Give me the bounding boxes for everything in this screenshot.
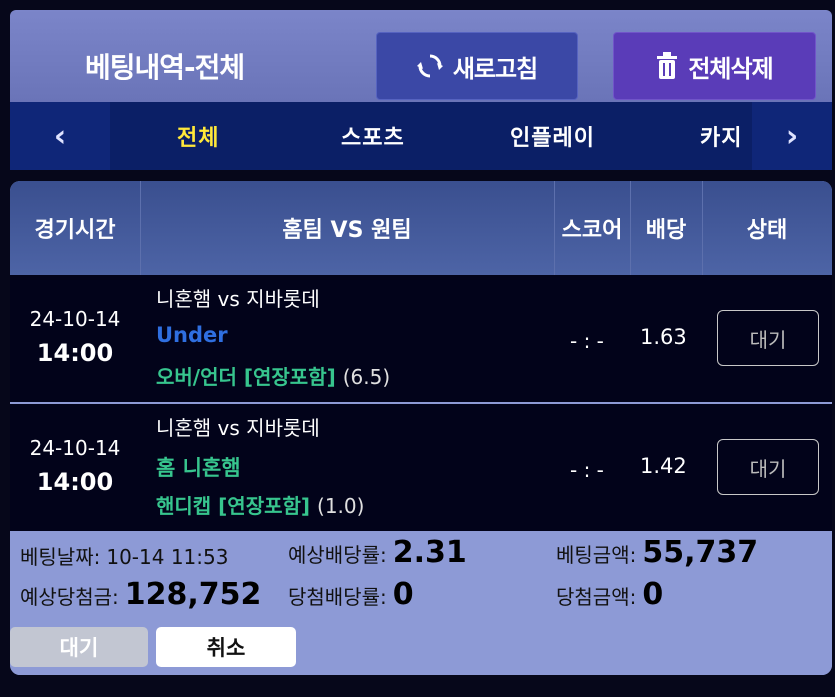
bet-date-value: 10-14 11:53 [106, 545, 229, 569]
bet-date-label: 베팅날짜: [20, 545, 101, 569]
bet-market: 오버/언더 [연장포함] (6.5) [156, 361, 390, 390]
tab-next-button[interactable]: › [752, 102, 832, 170]
market-line: (1.0) [317, 494, 365, 518]
match-date: 24-10-14 [29, 307, 121, 331]
match-score: - : - [570, 458, 604, 482]
bet-amount-value: 55,737 [642, 535, 759, 570]
bet-date: 베팅날짜: 10-14 11:53 [20, 541, 228, 570]
delete-all-button[interactable]: 전체삭제 [613, 32, 816, 100]
refresh-button[interactable]: 새로고침 [376, 32, 578, 100]
bet-history-card: 경기시간 홈팀 VS 원팀 스코어 배당 상태 24-10-14 14:00 니… [10, 181, 832, 675]
match-time: 14:00 [36, 468, 114, 496]
cancel-button[interactable]: 취소 [156, 627, 296, 667]
match-time: 14:00 [36, 339, 114, 367]
table-header: 경기시간 홈팀 VS 원팀 스코어 배당 상태 [10, 181, 832, 275]
col-match-time: 경기시간 [34, 218, 116, 243]
category-tabs: ‹ 전체 스포츠 인플레이 카지 › [10, 102, 832, 170]
refresh-icon [416, 54, 443, 78]
tab-sports[interactable]: 스포츠 [341, 102, 405, 170]
tab-inplay[interactable]: 인플레이 [510, 102, 595, 170]
col-teams: 홈팀 VS 원팀 [282, 218, 412, 243]
page-title: 베팅내역-전체 [85, 51, 245, 84]
chevron-right-icon: › [785, 118, 799, 154]
wait-button[interactable]: 대기 [10, 627, 148, 667]
win-amount-value: 0 [642, 577, 664, 612]
tab-all[interactable]: 전체 [177, 102, 219, 170]
expected-odds-label: 예상배당률: [288, 543, 387, 567]
win-amount-label: 당첨금액: [556, 585, 637, 609]
expected-win: 예상당첨금: 128,752 [20, 577, 261, 612]
bet-amount: 베팅금액: 55,737 [556, 535, 758, 570]
win-odds: 당첨배당률: 0 [288, 577, 414, 612]
expected-win-value: 128,752 [124, 577, 262, 612]
tab-prev-button[interactable]: ‹ [10, 102, 110, 170]
col-status: 상태 [746, 218, 788, 243]
col-score: 스코어 [561, 218, 623, 243]
bet-pick: 홈 니혼햄 [156, 456, 241, 480]
market-name: 오버/언더 [연장포함] [156, 365, 336, 389]
bet-amount-label: 베팅금액: [556, 543, 637, 567]
bet-odds: 1.63 [640, 325, 687, 349]
win-odds-value: 0 [392, 577, 414, 612]
refresh-label: 새로고침 [452, 54, 538, 83]
bet-odds: 1.42 [640, 454, 687, 478]
expected-odds-value: 2.31 [392, 535, 467, 570]
status-button[interactable]: 대기 [717, 310, 819, 366]
match-teams: 니혼햄 vs 지바롯데 [156, 416, 320, 440]
expected-odds: 예상배당률: 2.31 [288, 535, 467, 570]
win-odds-label: 당첨배당률: [288, 585, 387, 609]
chevron-left-icon: ‹ [53, 118, 67, 154]
tab-casino[interactable]: 카지 [700, 102, 742, 170]
expected-win-label: 예상당첨금: [20, 585, 119, 609]
trash-icon [657, 52, 678, 79]
table-row: 24-10-14 14:00 니혼햄 vs 지바롯데 홈 니혼햄 핸디캡 [연장… [10, 404, 832, 531]
page-header: 베팅내역-전체 새로고침 전체삭제 [10, 10, 832, 102]
market-line: (6.5) [342, 365, 391, 389]
table-row: 24-10-14 14:00 니혼햄 vs 지바롯데 Under 오버/언더 [… [10, 275, 832, 402]
win-amount: 당첨금액: 0 [556, 577, 663, 612]
col-odds: 배당 [645, 218, 687, 243]
delete-all-label: 전체삭제 [688, 54, 773, 83]
match-score: - : - [570, 329, 604, 353]
match-teams: 니혼햄 vs 지바롯데 [156, 287, 320, 311]
match-date: 24-10-14 [29, 436, 121, 460]
status-button[interactable]: 대기 [717, 439, 819, 495]
market-name: 핸디캡 [연장포함] [156, 494, 311, 518]
bet-pick: Under [156, 323, 228, 347]
bet-market: 핸디캡 [연장포함] (1.0) [156, 490, 364, 519]
